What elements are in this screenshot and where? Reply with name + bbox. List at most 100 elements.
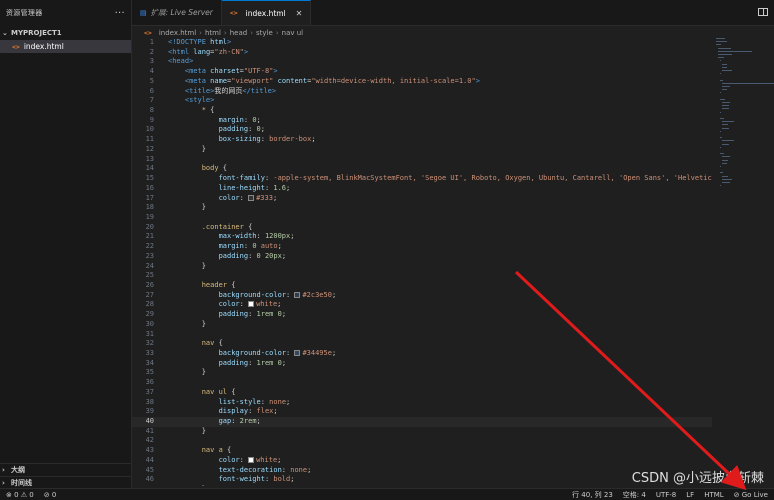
code-line[interactable]: 37 nav ul {	[132, 388, 712, 398]
code-line[interactable]: 19	[132, 213, 712, 223]
line-number: 29	[145, 310, 154, 319]
end-of-line[interactable]: LF	[686, 491, 694, 499]
timeline-section[interactable]: › 时间线	[0, 476, 131, 488]
tab-live-server[interactable]: ▤ 扩展: Live Server	[132, 0, 222, 25]
code-line[interactable]: 7 <style>	[132, 96, 712, 106]
code-line[interactable]: 28 color: white;	[132, 300, 712, 310]
code-line[interactable]: 25	[132, 271, 712, 281]
code-line[interactable]: 40 gap: 2rem;	[132, 417, 712, 427]
language-mode[interactable]: HTML	[704, 491, 723, 499]
code-line[interactable]: 2 <html lang="zh-CN">	[132, 48, 712, 58]
split-editor-icon[interactable]	[758, 8, 768, 16]
code-line[interactable]: 44 color: white;	[132, 456, 712, 466]
tab-index-html[interactable]: <> index.html ✕	[221, 0, 312, 25]
line-number: 17	[145, 193, 154, 202]
minimap-line	[722, 105, 729, 107]
code-line[interactable]: 8 * {	[132, 106, 712, 116]
code-line[interactable]: 6 <title>我的网页</title>	[132, 87, 712, 97]
minimap-line	[722, 86, 730, 87]
code-line[interactable]: 46 font-weight: bold;	[132, 475, 712, 485]
code-line[interactable]: 27 background-color: #2c3e50;	[132, 291, 712, 301]
outline-section[interactable]: › 大纲	[0, 463, 131, 475]
code-text: color: white;	[218, 455, 282, 464]
line-number: 47	[132, 485, 154, 486]
code-line[interactable]: 36	[132, 378, 712, 388]
line-number: 15	[145, 174, 154, 183]
ports-indicator[interactable]: ⊘ 0	[44, 491, 57, 499]
code-line[interactable]: 22 margin: 0 auto;	[132, 242, 712, 252]
code-line[interactable]: 1 <!DOCTYPE html>	[132, 38, 712, 48]
breadcrumb-item[interactable]: index.html	[159, 29, 196, 37]
code-line[interactable]: 33 background-color: #34495e;	[132, 349, 712, 359]
folder-myproject1[interactable]: ⌄ MYPROJECT1	[0, 26, 131, 40]
code-line[interactable]: 5 <meta name="viewport" content="width=d…	[132, 77, 712, 87]
code-line[interactable]: 45 text-decoration: none;	[132, 466, 712, 476]
code-line[interactable]: 18 }	[132, 203, 712, 213]
code-line[interactable]: 30 }	[132, 320, 712, 330]
close-icon[interactable]: ✕	[296, 9, 303, 18]
problems-indicator[interactable]: ⊗ 0 ⚠ 0	[6, 491, 34, 499]
line-number: 37	[145, 387, 154, 396]
code-line[interactable]: 32 nav {	[132, 339, 712, 349]
indentation[interactable]: 空格: 4	[623, 490, 646, 500]
code-line[interactable]: 9 margin: 0;	[132, 116, 712, 126]
minimap-line	[716, 41, 728, 43]
code-line[interactable]: 11 box-sizing: border-box;	[132, 135, 712, 145]
code-line[interactable]: 42	[132, 436, 712, 446]
file-index-html[interactable]: <> index.html	[0, 40, 131, 53]
encoding[interactable]: UTF-8	[656, 491, 676, 499]
code-line[interactable]: 13	[132, 155, 712, 165]
code-line[interactable]: 21 max-width: 1200px;	[132, 232, 712, 242]
code-text: background-color: #2c3e50;	[218, 290, 337, 299]
line-number: 2	[149, 47, 154, 56]
breadcrumb-item[interactable]: head	[230, 29, 247, 37]
code-line[interactable]: 26 header {	[132, 281, 712, 291]
code-line[interactable]: 3 <head>	[132, 57, 712, 67]
minimap-line	[722, 156, 730, 158]
code-line[interactable]: 14 body {	[132, 164, 712, 174]
code-line[interactable]: 35 }	[132, 368, 712, 378]
line-number: 14	[145, 164, 154, 173]
minimap[interactable]	[716, 38, 774, 288]
code-text: box-sizing: border-box;	[218, 135, 316, 144]
code-line[interactable]: 4 <meta charset="UTF-8">	[132, 67, 712, 77]
tab-label: 扩展: Live Server	[150, 8, 213, 17]
more-actions-icon[interactable]: ···	[115, 8, 125, 19]
line-number: 30	[145, 319, 154, 328]
code-line[interactable]: 16 line-height: 1.6;	[132, 184, 712, 194]
code-line[interactable]: 47 }	[132, 485, 712, 486]
code-line[interactable]: 24 }	[132, 262, 712, 272]
breadcrumb-item[interactable]: style	[256, 29, 273, 37]
code-line[interactable]: 43 nav a {	[132, 446, 712, 456]
code-line[interactable]: 17 color: #333;	[132, 194, 712, 204]
code-line[interactable]: 29 padding: 1rem 0;	[132, 310, 712, 320]
line-number: 16	[145, 183, 154, 192]
outline-label: 大纲	[11, 465, 25, 474]
cursor-position[interactable]: 行 40, 列 23	[572, 490, 613, 500]
line-number: 20	[145, 222, 154, 231]
go-live-button[interactable]: ⊘ Go Live	[734, 491, 768, 499]
code-line[interactable]: 38 list-style: none;	[132, 398, 712, 408]
breadcrumb-item[interactable]: nav ul	[282, 29, 303, 37]
breadcrumb-item[interactable]: html	[205, 29, 221, 37]
code-line[interactable]: 23 padding: 0 20px;	[132, 252, 712, 262]
code-line[interactable]: 39 display: flex;	[132, 407, 712, 417]
chevron-right-icon: ›	[223, 28, 227, 37]
code-text: padding: 1rem 0;	[218, 358, 287, 367]
file-label: index.html	[23, 42, 64, 51]
code-line[interactable]: 12 }	[132, 145, 712, 155]
code-line[interactable]: 20 .container {	[132, 223, 712, 233]
line-number: 44	[145, 455, 154, 464]
code-text: color: white;	[218, 300, 282, 309]
chevron-right-icon: ›	[275, 28, 279, 37]
code-text: <style>	[184, 96, 215, 105]
code-editor[interactable]: 1 <!DOCTYPE html> 2 <html lang="zh-CN"> 3 <he…	[132, 38, 712, 486]
code-line[interactable]: 34 padding: 1rem 0;	[132, 359, 712, 369]
code-line[interactable]: 41 }	[132, 427, 712, 437]
code-line[interactable]: 15 font-family: -apple-system, BlinkMacS…	[132, 174, 712, 184]
timeline-label: 时间线	[11, 478, 32, 487]
minimap-line	[720, 137, 723, 139]
code-line[interactable]: 31	[132, 330, 712, 340]
line-number: 23	[145, 251, 154, 260]
code-line[interactable]: 10 padding: 0;	[132, 125, 712, 135]
